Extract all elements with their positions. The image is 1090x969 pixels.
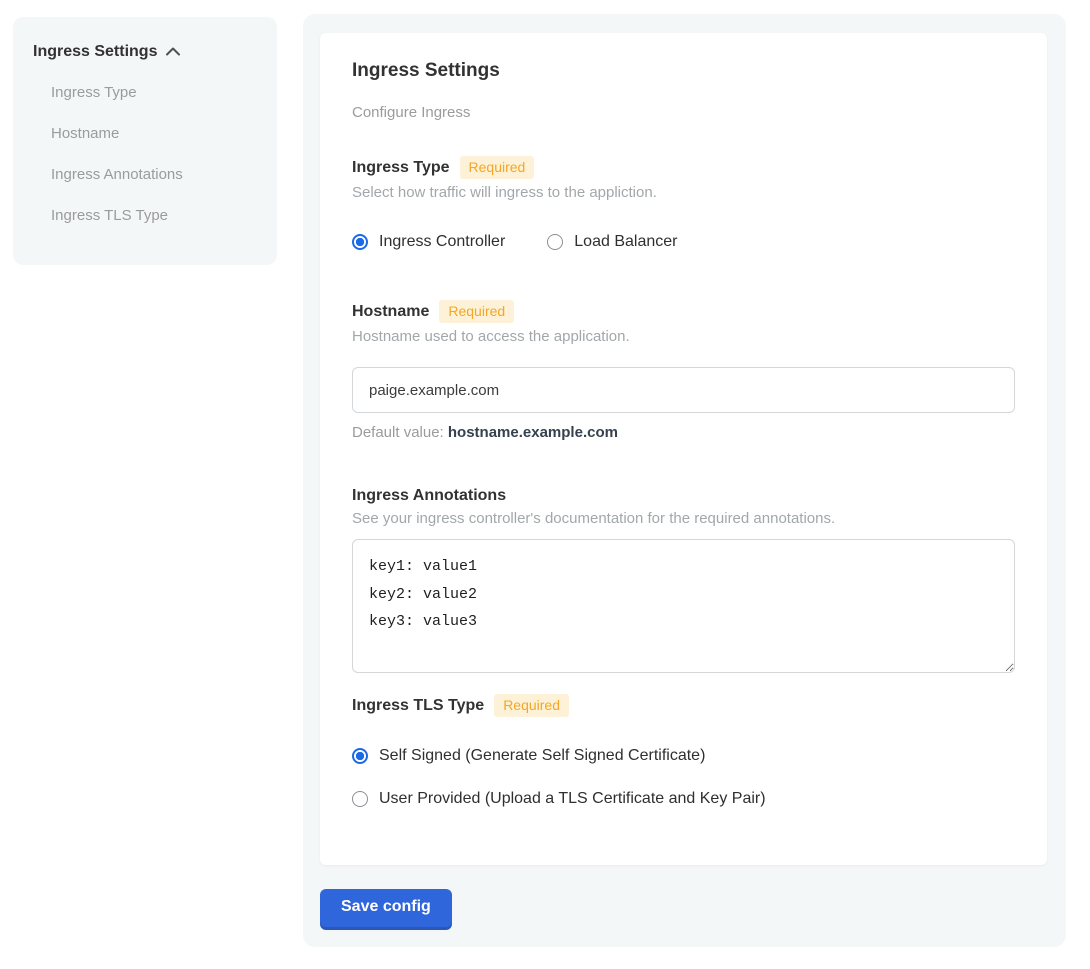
page-subtitle: Configure Ingress bbox=[352, 104, 1015, 121]
config-nav-sidebar: Ingress Settings Ingress Type Hostname I… bbox=[13, 17, 277, 265]
hostname-default-value: hostname.example.com bbox=[448, 424, 618, 441]
sidebar-item-ingress-annotations[interactable]: Ingress Annotations bbox=[51, 166, 257, 183]
tls-type-label: Ingress TLS Type bbox=[352, 697, 484, 715]
ingress-type-options: Ingress Controller Load Balancer bbox=[352, 233, 1015, 251]
load-balancer-radio[interactable] bbox=[547, 234, 563, 250]
hostname-default-prefix: Default value: bbox=[352, 424, 448, 441]
self-signed-radio-label: Self Signed (Generate Self Signed Certif… bbox=[379, 747, 705, 765]
required-badge: Required bbox=[439, 300, 514, 323]
required-badge: Required bbox=[494, 694, 569, 717]
page-title: Ingress Settings bbox=[352, 60, 1015, 82]
section-ingress-tls-type: Ingress TLS Type Required Self Signed (G… bbox=[352, 694, 1015, 808]
annotations-help: See your ingress controller's documentat… bbox=[352, 510, 1015, 527]
required-badge: Required bbox=[460, 156, 535, 179]
radio-option-user-provided[interactable]: User Provided (Upload a TLS Certificate … bbox=[352, 790, 1015, 808]
hostname-help: Hostname used to access the application. bbox=[352, 328, 1015, 345]
tls-type-options: Self Signed (Generate Self Signed Certif… bbox=[352, 747, 1015, 808]
sidebar-group-label: Ingress Settings bbox=[33, 43, 157, 61]
sidebar-item-ingress-tls-type[interactable]: Ingress TLS Type bbox=[51, 207, 257, 224]
section-ingress-annotations: Ingress Annotations See your ingress con… bbox=[352, 487, 1015, 673]
annotations-textarea[interactable]: key1: value1 key2: value2 key3: value3 bbox=[352, 539, 1015, 673]
save-config-button[interactable]: Save config bbox=[320, 889, 452, 927]
ingress-type-help: Select how traffic will ingress to the a… bbox=[352, 184, 1015, 201]
config-card: Ingress Settings Configure Ingress Ingre… bbox=[320, 33, 1047, 865]
radio-option-self-signed[interactable]: Self Signed (Generate Self Signed Certif… bbox=[352, 747, 1015, 765]
hostname-label: Hostname bbox=[352, 303, 429, 321]
tls-type-label-row: Ingress TLS Type Required bbox=[352, 694, 1015, 717]
annotations-label: Ingress Annotations bbox=[352, 487, 506, 505]
load-balancer-radio-label: Load Balancer bbox=[574, 233, 677, 251]
sidebar-group-ingress-settings[interactable]: Ingress Settings bbox=[33, 43, 257, 61]
annotations-label-row: Ingress Annotations bbox=[352, 487, 1015, 505]
radio-option-load-balancer[interactable]: Load Balancer bbox=[547, 233, 677, 251]
section-hostname: Hostname Required Hostname used to acces… bbox=[352, 300, 1015, 441]
ingress-type-label: Ingress Type bbox=[352, 159, 450, 177]
user-provided-radio-label: User Provided (Upload a TLS Certificate … bbox=[379, 790, 766, 808]
ingress-controller-radio-label: Ingress Controller bbox=[379, 233, 505, 251]
sidebar-item-hostname[interactable]: Hostname bbox=[51, 125, 257, 142]
hostname-default-line: Default value: hostname.example.com bbox=[352, 424, 1015, 441]
user-provided-radio[interactable] bbox=[352, 791, 368, 807]
radio-option-ingress-controller[interactable]: Ingress Controller bbox=[352, 233, 505, 251]
hostname-label-row: Hostname Required bbox=[352, 300, 1015, 323]
ingress-controller-radio[interactable] bbox=[352, 234, 368, 250]
hostname-input[interactable] bbox=[352, 367, 1015, 413]
sidebar-item-ingress-type[interactable]: Ingress Type bbox=[51, 84, 257, 101]
save-row: Save config bbox=[320, 889, 1047, 927]
section-ingress-type: Ingress Type Required Select how traffic… bbox=[352, 156, 1015, 251]
sidebar-item-list: Ingress Type Hostname Ingress Annotation… bbox=[51, 84, 257, 224]
config-main-panel: Ingress Settings Configure Ingress Ingre… bbox=[303, 14, 1066, 947]
ingress-type-label-row: Ingress Type Required bbox=[352, 156, 1015, 179]
chevron-up-icon bbox=[166, 43, 180, 61]
self-signed-radio[interactable] bbox=[352, 748, 368, 764]
